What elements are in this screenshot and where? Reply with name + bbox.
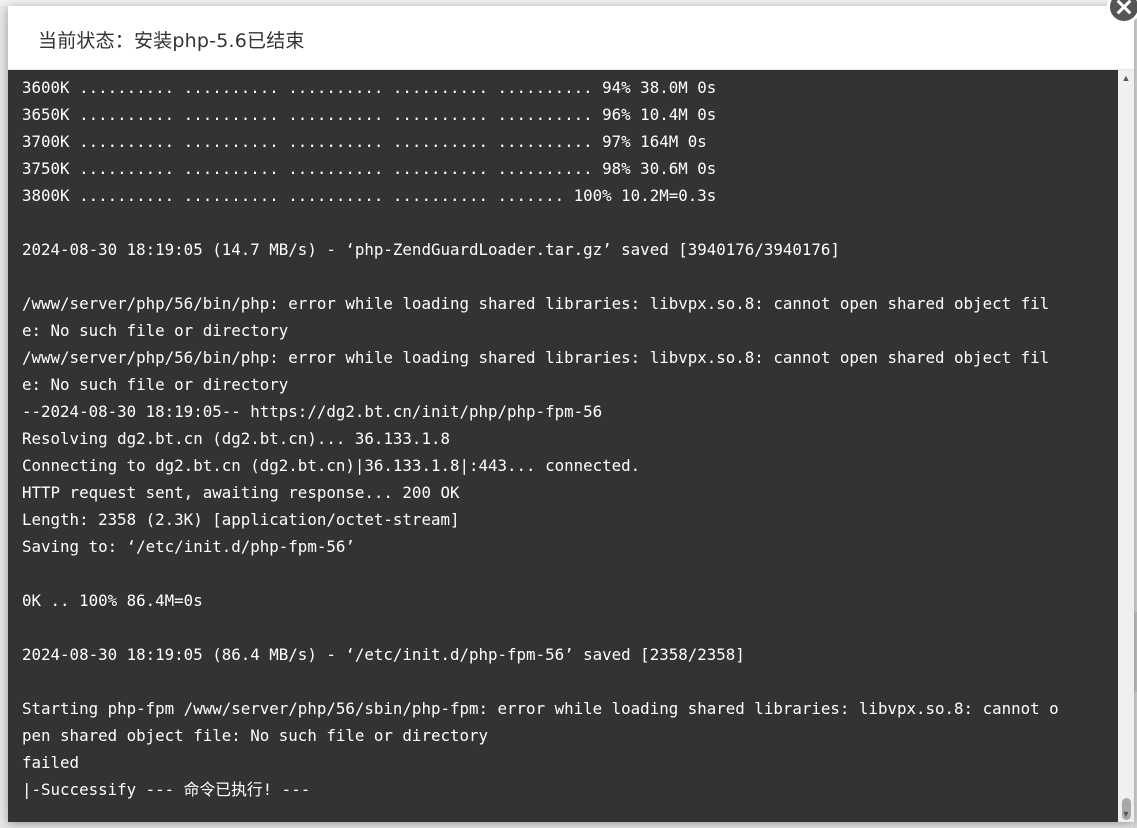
console-line: |-Successify --- 命令已执行! --- [22,780,311,799]
console-line: 3700K .......... .......... .......... .… [22,132,707,151]
console-text: 3550K .......... .......... .......... .… [22,70,1112,803]
console-line: 3750K .......... .......... .......... .… [22,159,717,178]
console-line: e: No such file or directory [22,375,289,394]
console-line: Starting php-fpm /www/server/php/56/sbin… [22,699,1059,718]
modal-header: 当前状态：安装php-5.6已结束 [8,6,1134,70]
console-line: Saving to: ‘/etc/init.d/php-fpm-56’ [22,537,355,556]
console-line: Resolving dg2.bt.cn (dg2.bt.cn)... 36.13… [22,429,450,448]
console-line: --2024-08-30 18:19:05-- https://dg2.bt.c… [22,402,603,421]
console-line: /www/server/php/56/bin/php: error while … [22,294,1050,313]
install-log-modal: 当前状态：安装php-5.6已结束 3550K .......... .....… [8,6,1134,822]
scroll-down-icon[interactable]: ▼ [1118,806,1134,822]
console-line: pen shared object file: No such file or … [22,726,489,745]
console-scrollbar[interactable]: ▲ ▼ [1118,70,1134,822]
console-line: HTTP request sent, awaiting response... … [22,483,460,502]
console-line: 3800K .......... .......... .......... .… [22,186,717,205]
console-line: 3600K .......... .......... .......... .… [22,78,717,97]
scroll-up-icon[interactable]: ▲ [1118,70,1134,86]
console-line: 3650K .......... .......... .......... .… [22,105,717,124]
console-line: 2024-08-30 18:19:05 (14.7 MB/s) - ‘php-Z… [22,240,840,259]
console-line: Length: 2358 (2.3K) [application/octet-s… [22,510,460,529]
console-line: e: No such file or directory [22,321,289,340]
console-line: 0K .. 100% 86.4M=0s [22,591,203,610]
console-line: /www/server/php/56/bin/php: error while … [22,348,1050,367]
console-line: Connecting to dg2.bt.cn (dg2.bt.cn)|36.1… [22,456,641,475]
console-output[interactable]: 3550K .......... .......... .......... .… [8,70,1118,822]
console-line: 2024-08-30 18:19:05 (86.4 MB/s) - ‘/etc/… [22,645,745,664]
modal-title: 当前状态：安装php-5.6已结束 [38,30,305,52]
console-line: failed [22,753,80,772]
